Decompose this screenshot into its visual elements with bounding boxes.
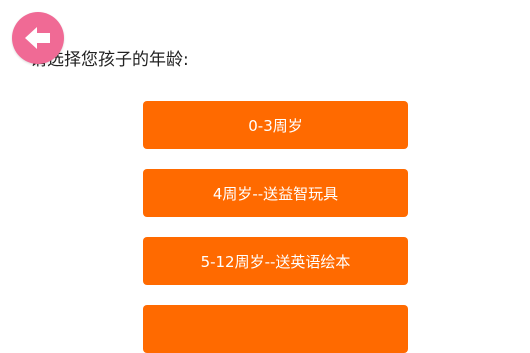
age-option-0-3[interactable]: 0-3周岁 [143, 101, 408, 149]
age-option-5-12[interactable]: 5-12周岁--送英语绘本 [143, 237, 408, 285]
age-option-next[interactable] [143, 305, 408, 353]
back-arrow-icon [25, 27, 50, 49]
back-button[interactable] [12, 12, 64, 64]
age-option-4[interactable]: 4周岁--送益智玩具 [143, 169, 408, 217]
